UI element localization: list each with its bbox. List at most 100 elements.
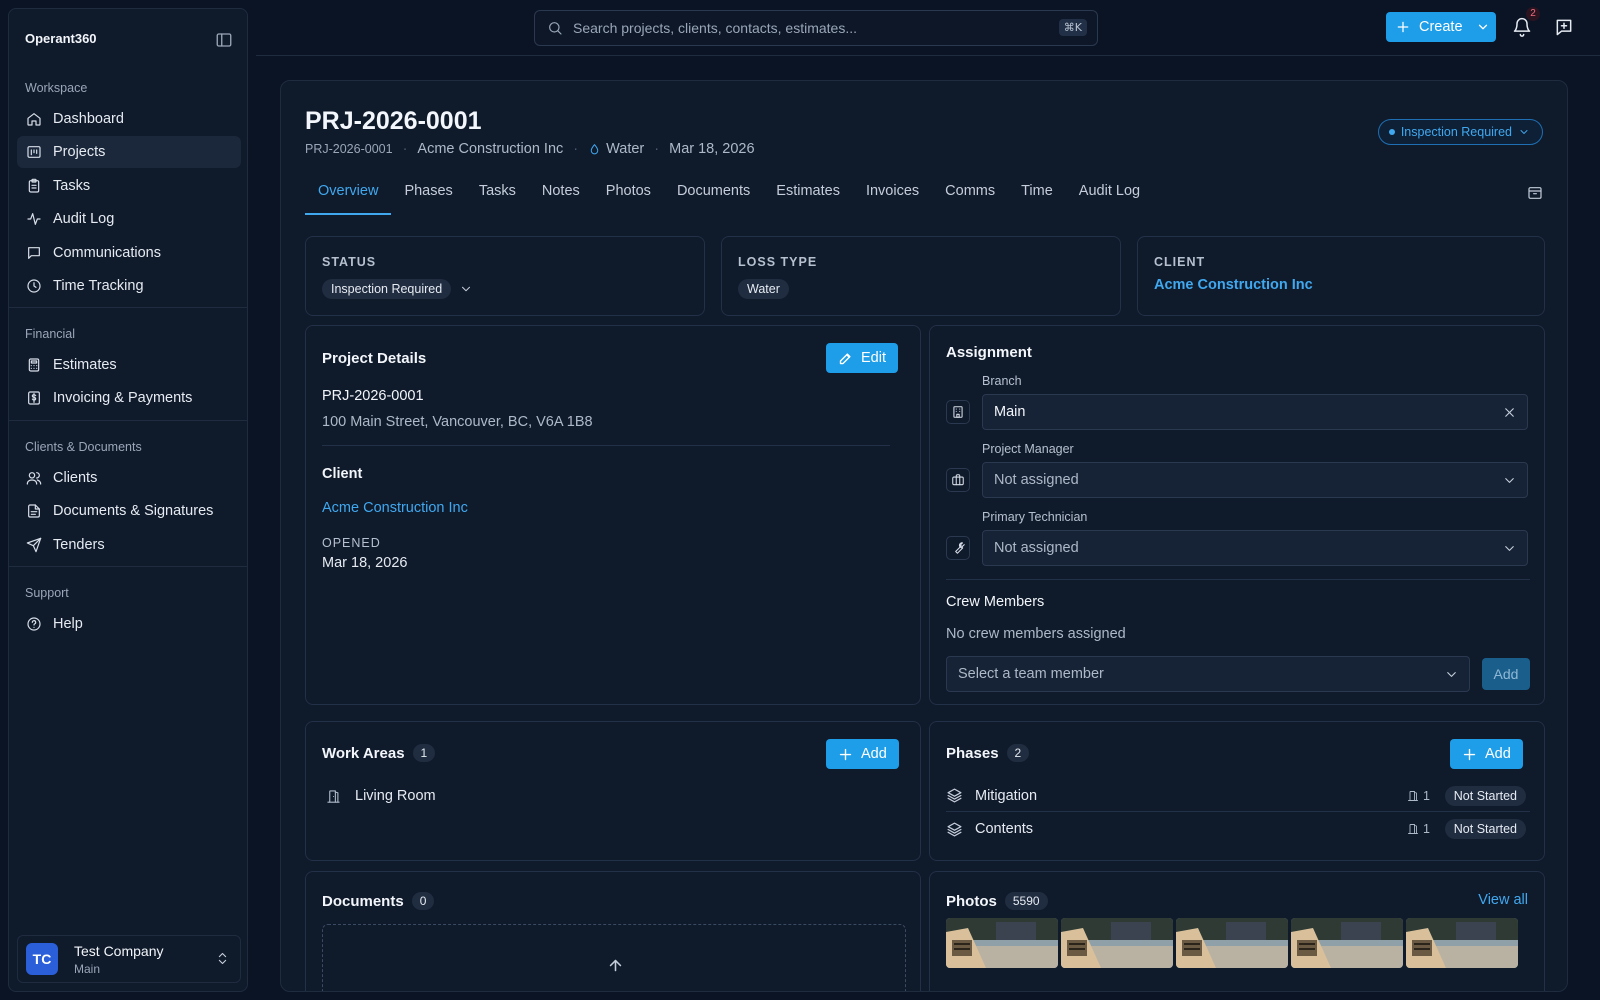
status-select[interactable]: Inspection Required bbox=[322, 279, 473, 299]
tab-notes[interactable]: Notes bbox=[529, 177, 593, 215]
photo-thumbnail[interactable] bbox=[946, 918, 1058, 968]
add-crew-button[interactable]: Add bbox=[1482, 658, 1530, 690]
topbar: Search projects, clients, contacts, esti… bbox=[256, 0, 1600, 56]
sidebar-item-help[interactable]: Help bbox=[17, 608, 241, 640]
tab-tasks[interactable]: Tasks bbox=[466, 177, 529, 215]
project-number: PRJ-2026-0001 bbox=[322, 388, 424, 404]
phase-name: Mitigation bbox=[975, 787, 1038, 804]
photo-thumbnail[interactable] bbox=[1061, 918, 1173, 968]
clock-icon bbox=[27, 279, 41, 293]
crew-empty-text: No crew members assigned bbox=[946, 626, 1126, 642]
sidebar-item-invoicing[interactable]: Invoicing & Payments bbox=[17, 382, 241, 414]
tab-audit-log[interactable]: Audit Log bbox=[1066, 177, 1153, 215]
sidebar-item-time-tracking[interactable]: Time Tracking bbox=[17, 270, 241, 302]
tab-photos[interactable]: Photos bbox=[593, 177, 664, 215]
status-chip: Inspection Required bbox=[322, 279, 452, 299]
primary-technician-select[interactable]: Not assigned bbox=[982, 530, 1528, 566]
notification-count-badge: 2 bbox=[1526, 7, 1540, 21]
sidebar-collapse-icon[interactable] bbox=[215, 31, 233, 49]
sidebar-item-label: Clients bbox=[53, 470, 98, 486]
pencil-icon bbox=[839, 352, 851, 364]
list-item[interactable]: Contents 1 Not Started bbox=[946, 813, 1530, 845]
chevron-down-icon bbox=[1502, 541, 1517, 556]
work-areas-count: 1 bbox=[412, 744, 436, 762]
client-heading: Client bbox=[322, 466, 363, 482]
branch-label: Branch bbox=[982, 374, 1022, 388]
sidebar-item-tasks[interactable]: Tasks bbox=[17, 170, 241, 202]
message-icon bbox=[28, 247, 40, 259]
project-manager-select[interactable]: Not assigned bbox=[982, 462, 1528, 498]
nav-divider bbox=[9, 566, 247, 567]
sidebar-item-documents-signatures[interactable]: Documents & Signatures bbox=[17, 495, 241, 527]
search-input[interactable]: Search projects, clients, contacts, esti… bbox=[573, 20, 857, 36]
sidebar-item-audit-log[interactable]: Audit Log bbox=[17, 203, 241, 235]
dollar-icon bbox=[28, 391, 40, 405]
documents-header: Documents 0 bbox=[322, 892, 435, 910]
edit-button[interactable]: Edit bbox=[826, 343, 898, 373]
branch-value: Main bbox=[994, 404, 1026, 420]
add-phase-button[interactable]: Add bbox=[1450, 739, 1523, 769]
tab-documents[interactable]: Documents bbox=[664, 177, 763, 215]
status-dropdown[interactable]: Inspection Required bbox=[1377, 119, 1543, 145]
company-switcher[interactable]: TC Test Company Main bbox=[17, 935, 241, 983]
chevrons-up-down-icon bbox=[215, 951, 230, 966]
sidebar-item-clients[interactable]: Clients bbox=[17, 462, 241, 494]
chevron-down-icon bbox=[1478, 24, 1487, 30]
create-label: Create bbox=[1419, 19, 1463, 35]
tab-phases[interactable]: Phases bbox=[391, 177, 465, 215]
list-item[interactable]: Living Room bbox=[326, 788, 436, 804]
client-link[interactable]: Acme Construction Inc bbox=[1154, 277, 1313, 293]
send-icon bbox=[26, 537, 42, 553]
primary-technician-value: Not assigned bbox=[994, 540, 1079, 556]
assignment-card: Assignment Branch Main Project Manager N… bbox=[929, 325, 1545, 705]
tab-invoices[interactable]: Invoices bbox=[853, 177, 932, 215]
tab-overview[interactable]: Overview bbox=[305, 177, 392, 215]
clear-x-icon[interactable] bbox=[1502, 405, 1517, 420]
message-plus-icon[interactable] bbox=[1554, 17, 1574, 37]
help-icon bbox=[27, 617, 41, 631]
tab-estimates[interactable]: Estimates bbox=[763, 177, 853, 215]
add-work-area-button[interactable]: Add bbox=[826, 739, 899, 769]
loss-type-label: Water bbox=[606, 141, 645, 157]
photo-thumbnail[interactable] bbox=[1291, 918, 1403, 968]
chevron-down-icon bbox=[1444, 667, 1459, 682]
sidebar-item-label: Invoicing & Payments bbox=[53, 390, 193, 406]
loss-type-card-label: LOSS TYPE bbox=[738, 255, 818, 269]
sidebar-item-tenders[interactable]: Tenders bbox=[17, 529, 241, 561]
project-address: 100 Main Street, Vancouver, BC, V6A 1B8 bbox=[322, 414, 593, 430]
documents-count: 0 bbox=[411, 892, 435, 910]
sidebar-item-dashboard[interactable]: Dashboard bbox=[17, 103, 241, 135]
tab-comms[interactable]: Comms bbox=[932, 177, 1008, 215]
sidebar-item-communications[interactable]: Communications bbox=[17, 237, 241, 269]
sidebar: Operant360 Workspace Dashboard Projects … bbox=[8, 8, 248, 992]
tab-time[interactable]: Time bbox=[1008, 177, 1066, 215]
nav-section-clients-documents: Clients & Documents bbox=[25, 440, 142, 454]
create-button[interactable]: Create bbox=[1386, 12, 1496, 42]
archive-icon[interactable] bbox=[1527, 185, 1543, 201]
status-badge: Not Started bbox=[1444, 785, 1526, 806]
search-icon bbox=[549, 22, 562, 35]
crew-member-select[interactable]: Select a team member bbox=[946, 656, 1470, 692]
photo-thumbnail[interactable] bbox=[1176, 918, 1288, 968]
sidebar-item-estimates[interactable]: Estimates bbox=[17, 349, 241, 381]
opened-label: OPENED bbox=[322, 536, 381, 550]
document-dropzone[interactable] bbox=[322, 924, 906, 991]
list-item[interactable]: Mitigation 1 Not Started bbox=[946, 780, 1530, 812]
view-all-photos-link[interactable]: View all bbox=[1478, 892, 1528, 908]
details-client-link[interactable]: Acme Construction Inc bbox=[322, 500, 468, 516]
work-areas-title: Work Areas bbox=[322, 744, 405, 762]
phase-count-value: 1 bbox=[1423, 788, 1430, 803]
water-drop-icon bbox=[590, 143, 599, 154]
photo-thumbnail[interactable] bbox=[1406, 918, 1518, 968]
status-card: STATUS Inspection Required bbox=[305, 236, 705, 316]
branch-select[interactable]: Main bbox=[982, 394, 1528, 430]
global-search[interactable]: Search projects, clients, contacts, esti… bbox=[534, 10, 1098, 46]
phases-title: Phases bbox=[946, 744, 999, 762]
status-label: Inspection Required bbox=[1400, 125, 1512, 139]
nav-divider bbox=[9, 307, 247, 308]
project-panel: PRJ-2026-0001 PRJ-2026-0001 · Acme Const… bbox=[280, 80, 1568, 992]
photos-count: 5590 bbox=[1004, 892, 1048, 910]
phase-name: Contents bbox=[975, 821, 1034, 837]
primary-technician-label: Primary Technician bbox=[982, 510, 1088, 524]
sidebar-item-projects[interactable]: Projects bbox=[17, 136, 241, 168]
